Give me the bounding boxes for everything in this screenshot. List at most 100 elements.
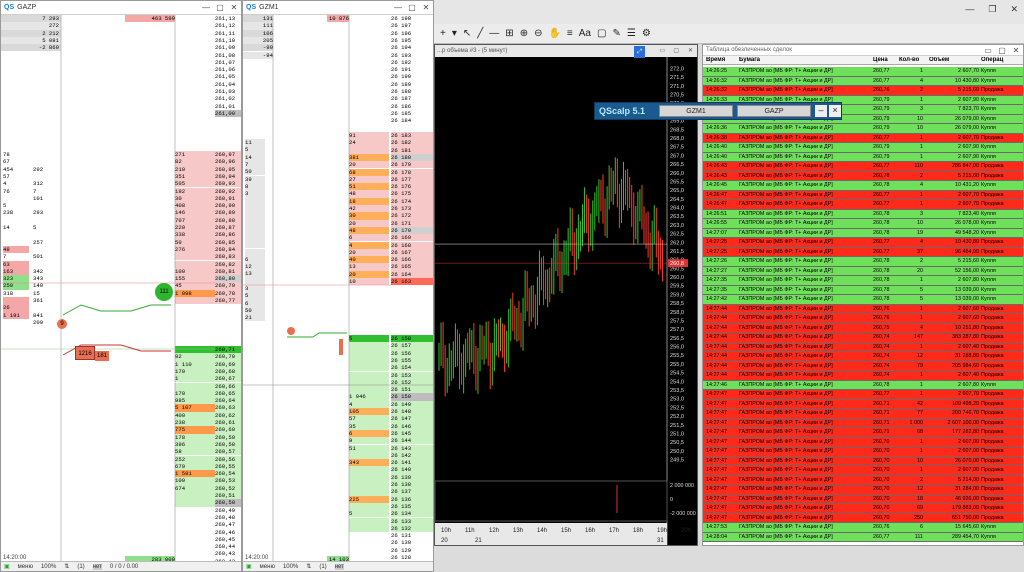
deals-table-row[interactable]: 14:27:27 ГАЗПРОМ ао [МБ ФР: Т+ Акции и ДР…	[703, 266, 1023, 276]
deals-table-row[interactable]: 14:27:47 ГАЗПРОМ ао [МБ ФР: Т+ Акции и ДР…	[703, 390, 1023, 400]
minimize-icon[interactable]: —	[391, 3, 405, 12]
deals-table-row[interactable]: 14:27:47 ГАЗПРОМ ао [МБ ФР: Т+ Акции и ДР…	[703, 428, 1023, 438]
lines-icon[interactable]: ≡	[567, 28, 573, 39]
deals-table-row[interactable]: 14:27:47 ГАЗПРОМ ао [МБ ФР: Т+ Акции и ДР…	[703, 409, 1023, 419]
zoom-in-icon[interactable]: ⊕	[520, 28, 528, 39]
text-tool-icon[interactable]: Aa	[579, 28, 591, 39]
close-icon[interactable]: ✕	[688, 45, 693, 57]
sort-icon[interactable]: ⇅	[306, 563, 311, 570]
deals-table-row[interactable]: 14:26:47 ГАЗПРОМ ао [МБ ФР: Т+ Акции и ДР…	[703, 190, 1023, 200]
deals-table-row[interactable]: 14:26:32 ГАЗПРОМ ао [МБ ФР: Т+ Акции и ДР…	[703, 86, 1023, 96]
sort-icon[interactable]: ⇅	[64, 563, 69, 570]
deals-table-row[interactable]: 14:27:44 ГАЗПРОМ ао [МБ ФР: Т+ Акции и ДР…	[703, 314, 1023, 324]
deals-table-row[interactable]: 14:27:47 ГАЗПРОМ ао [МБ ФР: Т+ Акции и ДР…	[703, 494, 1023, 504]
deals-column-header[interactable]: Операц	[981, 57, 1023, 63]
deals-table[interactable]: 14:26:25 ГАЗПРОМ ао [МБ ФР: Т+ Акции и ДР…	[703, 67, 1023, 545]
deals-table-row[interactable]: 14:26:55 ГАЗПРОМ ао [МБ ФР: Т+ Акции и ДР…	[703, 219, 1023, 229]
gazp-order-marker[interactable]: 111	[155, 283, 173, 301]
deals-table-row[interactable]: 14:27:53 ГАЗПРОМ ао [МБ ФР: Т+ Акции и ДР…	[703, 523, 1023, 533]
deals-table-row[interactable]: 14:27:26 ГАЗПРОМ ао [МБ ФР: Т+ Акции и ДР…	[703, 257, 1023, 267]
gazp-order-marker[interactable]: 1216	[75, 346, 95, 360]
maximize-icon[interactable]: ▢	[405, 3, 419, 12]
deals-table-row[interactable]: 14:27:35 ГАЗПРОМ ао [МБ ФР: Т+ Акции и ДР…	[703, 285, 1023, 295]
qscalp-tab-gzm1[interactable]: GZM1	[659, 105, 733, 117]
deals-table-row[interactable]: 14:27:46 ГАЗПРОМ ао [МБ ФР: Т+ Акции и ДР…	[703, 380, 1023, 390]
cursor-icon[interactable]: ↖	[463, 28, 471, 39]
deals-table-row[interactable]: 14:27:44 ГАЗПРОМ ао [МБ ФР: Т+ Акции и ДР…	[703, 361, 1023, 371]
gazp-menu-button[interactable]: меню	[18, 564, 33, 570]
deals-table-row[interactable]: 14:27:44 ГАЗПРОМ ао [МБ ФР: Т+ Акции и ДР…	[703, 342, 1023, 352]
deals-table-row[interactable]: 14:26:43 ГАЗПРОМ ао [МБ ФР: Т+ Акции и ДР…	[703, 171, 1023, 181]
price-chart[interactable]: 272,0271,5271,0270,5270,0269,5269,0268,5…	[435, 57, 698, 546]
qscalp-tab-gazp[interactable]: GAZP	[737, 105, 811, 117]
qscalp-close-button[interactable]: ×	[828, 105, 841, 117]
deals-table-row[interactable]: 14:27:42 ГАЗПРОМ ао [МБ ФР: Т+ Акции и ДР…	[703, 295, 1023, 305]
deals-table-row[interactable]: 14:28:04 ГАЗПРОМ ао [МБ ФР: Т+ Акции и ДР…	[703, 532, 1023, 542]
deals-table-row[interactable]: 14:27:47 ГАЗПРОМ ао [МБ ФР: Т+ Акции и ДР…	[703, 475, 1023, 485]
deals-table-row[interactable]: 14:27:47 ГАЗПРОМ ао [МБ ФР: Т+ Акции и ДР…	[703, 447, 1023, 457]
deals-table-row[interactable]: 14:26:51 ГАЗПРОМ ао [МБ ФР: Т+ Акции и ДР…	[703, 209, 1023, 219]
deals-table-row[interactable]: 14:26:47 ГАЗПРОМ ао [МБ ФР: Т+ Акции и ДР…	[703, 200, 1023, 210]
deals-column-header[interactable]: Цена	[873, 57, 899, 63]
fibo-tool-icon[interactable]: ⊞	[505, 28, 513, 39]
deals-table-row[interactable]: 14:26:43 ГАЗПРОМ ао [МБ ФР: Т+ Акции и ДР…	[703, 162, 1023, 172]
minimize-icon[interactable]: ▭	[981, 46, 995, 55]
maximize-icon[interactable]: ▢	[673, 45, 679, 57]
minimize-icon[interactable]: —	[965, 4, 974, 15]
deals-table-row[interactable]: 14:26:40 ГАЗПРОМ ао [МБ ФР: Т+ Акции и ДР…	[703, 152, 1023, 162]
gazp-order-marker[interactable]: 181	[95, 351, 109, 361]
hand-icon[interactable]: ✋	[548, 28, 560, 39]
gzm1-menu-button[interactable]: меню	[260, 564, 275, 570]
deals-table-row[interactable]: 14:27:35 ГАЗПРОМ ао [МБ ФР: Т+ Акции и ДР…	[703, 276, 1023, 286]
line-tool-icon[interactable]: ╱	[477, 28, 483, 39]
zoom-out-icon[interactable]: ⊖	[534, 28, 542, 39]
gazp-dom-body[interactable]: 7 293 272 2 212 5 081 -2 869 463 599 261,13 261…	[1, 15, 241, 571]
deals-table-row[interactable]: 14:27:44 ГАЗПРОМ ао [МБ ФР: Т+ Акции и ДР…	[703, 323, 1023, 333]
minimize-icon[interactable]: —	[199, 3, 213, 12]
maximize-icon[interactable]: ▢	[213, 3, 227, 12]
close-icon[interactable]: ✕	[1010, 4, 1018, 15]
deals-table-row[interactable]: 14:27:44 ГАЗПРОМ ао [МБ ФР: Т+ Акции и ДР…	[703, 371, 1023, 381]
deals-table-row[interactable]: 14:27:47 ГАЗПРОМ ао [МБ ФР: Т+ Акции и ДР…	[703, 418, 1023, 428]
layers-icon[interactable]: ☰	[627, 28, 636, 39]
deals-table-row[interactable]: 14:27:47 ГАЗПРОМ ао [МБ ФР: Т+ Акции и ДР…	[703, 466, 1023, 476]
deals-table-row[interactable]: 14:27:07 ГАЗПРОМ ао [МБ ФР: Т+ Акции и ДР…	[703, 228, 1023, 238]
gzm1-zoom[interactable]: 100%	[283, 564, 298, 570]
deals-table-row[interactable]: 14:27:25 ГАЗПРОМ ао [МБ ФР: Т+ Акции и ДР…	[703, 247, 1023, 257]
deals-column-header[interactable]: Время	[706, 57, 738, 63]
deals-table-row[interactable]: 14:27:47 ГАЗПРОМ ао [МБ ФР: Т+ Акции и ДР…	[703, 456, 1023, 466]
deals-table-row[interactable]: 14:26:40 ГАЗПРОМ ао [МБ ФР: Т+ Акции и ДР…	[703, 143, 1023, 153]
gazp-zoom[interactable]: 100%	[41, 564, 56, 570]
chevron-down-icon[interactable]: ▾	[452, 28, 457, 39]
deals-table-row[interactable]: 14:26:32 ГАЗПРОМ ао [МБ ФР: Т+ Акции и ДР…	[703, 76, 1023, 86]
deals-column-header[interactable]: Кол-во	[899, 57, 923, 63]
deals-table-row[interactable]: 14:27:47 ГАЗПРОМ ао [МБ ФР: Т+ Акции и ДР…	[703, 437, 1023, 447]
maximize-icon[interactable]: ▢	[995, 46, 1009, 55]
deals-table-row[interactable]: 14:27:44 ГАЗПРОМ ао [МБ ФР: Т+ Акции и ДР…	[703, 352, 1023, 362]
deals-table-row[interactable]: 14:27:44 ГАЗПРОМ ао [МБ ФР: Т+ Акции и ДР…	[703, 333, 1023, 343]
maximize-icon[interactable]: ❐	[988, 4, 996, 15]
close-icon[interactable]: ✕	[1009, 46, 1023, 55]
minimize-icon[interactable]: ▭	[659, 45, 665, 57]
deals-table-row[interactable]: 14:27:47 ГАЗПРОМ ао [МБ ФР: Т+ Акции и ДР…	[703, 504, 1023, 514]
deals-table-row[interactable]: 14:26:25 ГАЗПРОМ ао [МБ ФР: Т+ Акции и ДР…	[703, 67, 1023, 77]
close-icon[interactable]: ✕	[419, 3, 433, 12]
gzm1-net[interactable]: нет	[334, 563, 344, 570]
gazp-order-marker[interactable]: 9	[57, 319, 67, 329]
settings-icon[interactable]: ⚙	[642, 28, 651, 39]
deals-table-row[interactable]: 14:27:47 ГАЗПРОМ ао [МБ ФР: Т+ Акции и ДР…	[703, 485, 1023, 495]
gzm1-dom-body[interactable]: 131 111 106 205 -99 -94 10 876 26 198 26 197 26 1…	[243, 15, 433, 571]
crosshair-icon[interactable]: +	[440, 28, 446, 39]
deals-table-row[interactable]: 14:26:36 ГАЗПРОМ ао [МБ ФР: Т+ Акции и ДР…	[703, 124, 1023, 134]
deals-table-row[interactable]: 14:26:38 ГАЗПРОМ ао [МБ ФР: Т+ Акции и ДР…	[703, 133, 1023, 143]
deals-column-header[interactable]: Объем	[929, 57, 979, 63]
deals-table-row[interactable]: 14:27:47 ГАЗПРОМ ао [МБ ФР: Т+ Акции и ДР…	[703, 513, 1023, 523]
pen-icon[interactable]: ✎	[612, 28, 620, 39]
gazp-net[interactable]: нет	[92, 563, 102, 570]
deals-table-row[interactable]: 14:27:25 ГАЗПРОМ ао [МБ ФР: Т+ Акции и ДР…	[703, 238, 1023, 248]
deals-table-row[interactable]: 14:27:47 ГАЗПРОМ ао [МБ ФР: Т+ Акции и ДР…	[703, 399, 1023, 409]
qscalp-minimize-button[interactable]: –	[814, 105, 827, 117]
hline-tool-icon[interactable]: —	[489, 28, 499, 39]
close-icon[interactable]: ✕	[227, 3, 241, 12]
deals-table-row[interactable]: 14:27:44 ГАЗПРОМ ао [МБ ФР: Т+ Акции и ДР…	[703, 304, 1023, 314]
